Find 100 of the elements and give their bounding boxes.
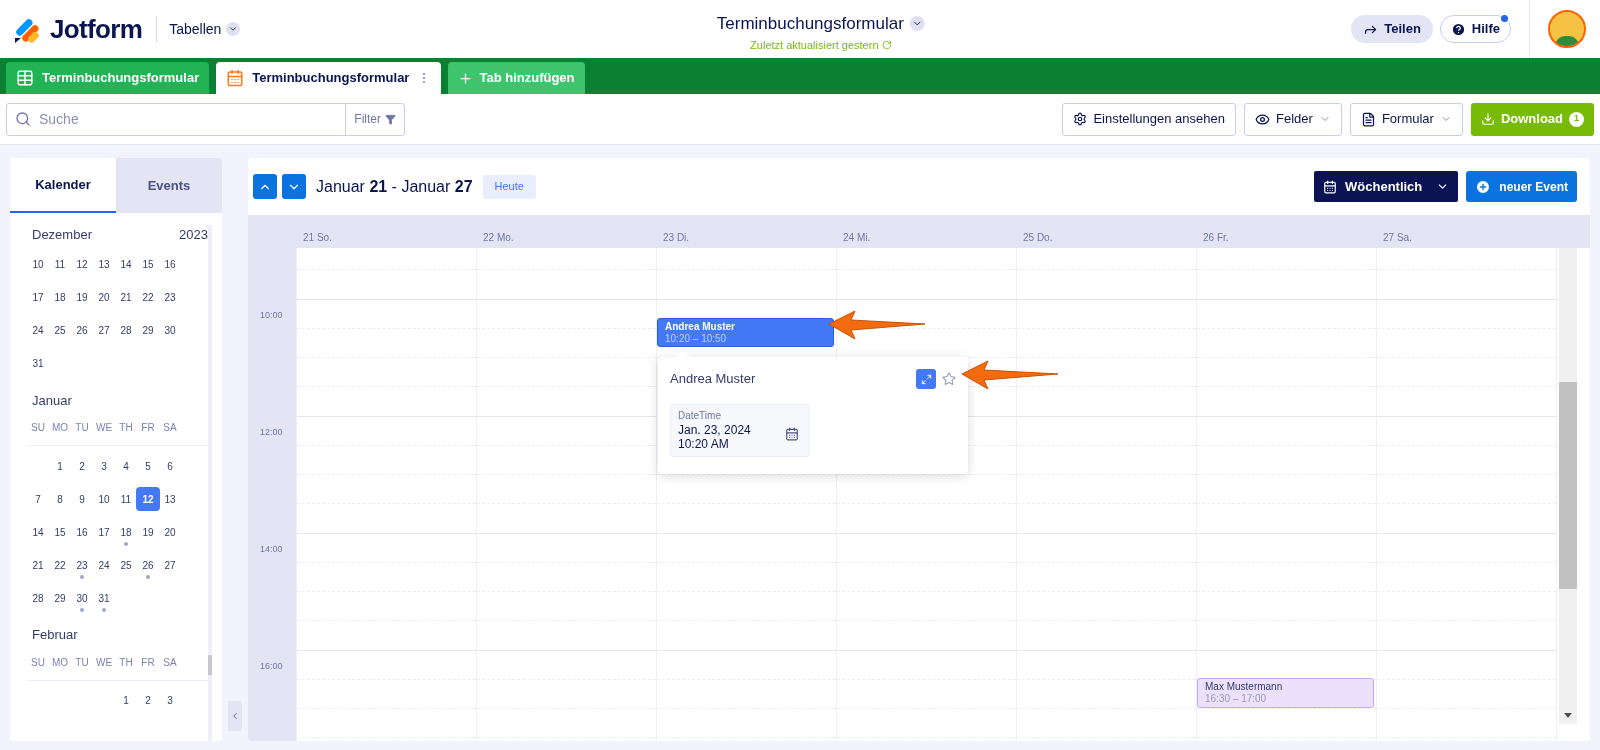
- fields-button[interactable]: Felder: [1244, 102, 1342, 136]
- today-button[interactable]: Heute: [482, 174, 536, 199]
- weekday-label: SU: [30, 421, 46, 435]
- calendar-day[interactable]: 24: [27, 318, 50, 343]
- sidebar-tab[interactable]: Events: [116, 158, 222, 213]
- calendar-day[interactable]: 9: [70, 487, 94, 511]
- calendar-day[interactable]: 29: [48, 586, 72, 610]
- calendar-icon: [226, 69, 245, 87]
- day-header: 22 Mo.: [483, 232, 514, 243]
- calendar-day[interactable]: 31: [92, 586, 116, 610]
- calendar-day[interactable]: 18: [114, 520, 138, 544]
- search-field[interactable]: Suche Filter: [6, 102, 405, 136]
- sheet-tab[interactable]: Terminbuchungsformular: [216, 62, 442, 94]
- time-label: 14:00: [260, 544, 283, 554]
- calendar-day[interactable]: 8: [48, 487, 72, 511]
- calendar-day[interactable]: 2: [70, 454, 94, 478]
- event-block[interactable]: Max Mustermann 16:30 – 17:00: [1197, 678, 1374, 708]
- calendar-day[interactable]: 19: [136, 520, 160, 544]
- calendar-day[interactable]: 28: [114, 318, 138, 343]
- calendar-day[interactable]: 22: [48, 553, 72, 577]
- calendar-day[interactable]: 3: [158, 688, 182, 713]
- form-title[interactable]: Terminbuchungsformular: [716, 11, 925, 37]
- calendar-day[interactable]: 30: [158, 318, 182, 343]
- calendar-day[interactable]: 12: [136, 487, 160, 511]
- next-button[interactable]: [282, 174, 306, 199]
- eye-icon: [1255, 111, 1270, 127]
- calendar-day[interactable]: 12: [70, 252, 94, 277]
- collapse-button[interactable]: [228, 701, 242, 731]
- calendar-day[interactable]: 16: [70, 520, 94, 544]
- date-range: Januar 21 - Januar 27: [316, 176, 473, 197]
- calendar-day[interactable]: 23: [70, 553, 94, 577]
- calendar-day[interactable]: 17: [92, 520, 116, 544]
- calendar-day[interactable]: 13: [92, 252, 116, 277]
- calendar-day[interactable]: 17: [27, 285, 50, 310]
- calendar-day[interactable]: 31: [27, 351, 50, 376]
- last-updated-text: Zuletzt aktualisiert gestern: [750, 37, 879, 53]
- calendar-day[interactable]: 6: [158, 454, 182, 478]
- calendar-day[interactable]: 10: [27, 252, 50, 277]
- calendar-day[interactable]: 11: [114, 487, 138, 511]
- event-time: 16:30 – 17:00: [1205, 693, 1268, 706]
- form-button[interactable]: Formular: [1349, 102, 1463, 136]
- calendar-day[interactable]: 29: [136, 318, 160, 343]
- calendar-day[interactable]: 21: [27, 553, 50, 577]
- field-value: Jan. 23, 2024 10:20 AM: [678, 423, 752, 451]
- scrollbar[interactable]: [1559, 248, 1577, 724]
- calendar-day[interactable]: 3: [92, 454, 116, 478]
- calendar-day[interactable]: 15: [48, 520, 72, 544]
- calendar-day[interactable]: 20: [92, 285, 116, 310]
- plus-icon: [458, 70, 474, 86]
- calendar-day[interactable]: 24: [92, 553, 116, 577]
- calendar-day[interactable]: 27: [92, 318, 116, 343]
- settings-button[interactable]: Einstellungen ansehen: [1062, 102, 1236, 136]
- new-event-button[interactable]: neuer Event: [1466, 171, 1577, 202]
- calendar-day[interactable]: 25: [48, 318, 72, 343]
- calendar-day[interactable]: 18: [48, 285, 72, 310]
- datetime-field[interactable]: DateTime Jan. 23, 2024 10:20 AM: [670, 404, 810, 457]
- star-icon[interactable]: [942, 372, 956, 386]
- document-icon: [1360, 111, 1376, 127]
- calendar-day[interactable]: 26: [136, 553, 160, 577]
- event-block[interactable]: Andrea Muster 10:20 – 10:50: [657, 317, 834, 347]
- avatar-icon[interactable]: [1548, 10, 1586, 48]
- filter-button[interactable]: Filter: [345, 103, 404, 135]
- month-name: Februar: [32, 626, 78, 644]
- share-button[interactable]: Teilen: [1351, 15, 1433, 43]
- calendar-day[interactable]: 11: [48, 252, 72, 277]
- previous-button[interactable]: [253, 174, 277, 199]
- calendar-day[interactable]: 1: [114, 688, 138, 713]
- calendar-day[interactable]: 4: [114, 454, 138, 478]
- expand-button[interactable]: [916, 369, 936, 389]
- time-label: 16:00: [260, 661, 283, 671]
- calendar-day[interactable]: 25: [114, 553, 138, 577]
- calendar-day[interactable]: 5: [136, 454, 160, 478]
- calendar-day[interactable]: 16: [158, 252, 182, 277]
- calendar-day[interactable]: 13: [158, 487, 182, 511]
- view-dropdown[interactable]: Wöchentlich: [1314, 171, 1459, 202]
- calendar-day[interactable]: 22: [136, 285, 160, 310]
- plus-circle-icon: [1475, 178, 1492, 195]
- calendar-icon: [1323, 179, 1337, 194]
- calendar-day[interactable]: 2: [136, 688, 160, 713]
- calendar-day[interactable]: 14: [114, 252, 138, 277]
- expand-icon: [920, 373, 932, 385]
- calendar-day[interactable]: 27: [158, 553, 182, 577]
- calendar-day[interactable]: 14: [27, 520, 50, 544]
- calendar-day[interactable]: 1: [48, 454, 72, 478]
- calendar-day[interactable]: 19: [70, 285, 94, 310]
- calendar-day[interactable]: 10: [92, 487, 116, 511]
- section-dropdown[interactable]: Tabellen: [169, 18, 241, 40]
- day-header: 23 Di.: [663, 232, 690, 243]
- calendar-day[interactable]: 28: [27, 586, 50, 610]
- calendar-day[interactable]: 7: [27, 487, 50, 511]
- calendar-day[interactable]: 20: [158, 520, 182, 544]
- chevron-icon: [909, 16, 925, 32]
- calendar-day[interactable]: 23: [158, 285, 182, 310]
- calendar-day[interactable]: 26: [70, 318, 94, 343]
- weekday-label: FR: [140, 655, 156, 670]
- event-time: 10:20 – 10:50: [665, 332, 728, 345]
- calendar-day[interactable]: 15: [136, 252, 160, 277]
- day-header: 26 Fr.: [1203, 232, 1229, 243]
- calendar-day[interactable]: 30: [70, 586, 94, 610]
- calendar-day[interactable]: 21: [114, 285, 138, 310]
